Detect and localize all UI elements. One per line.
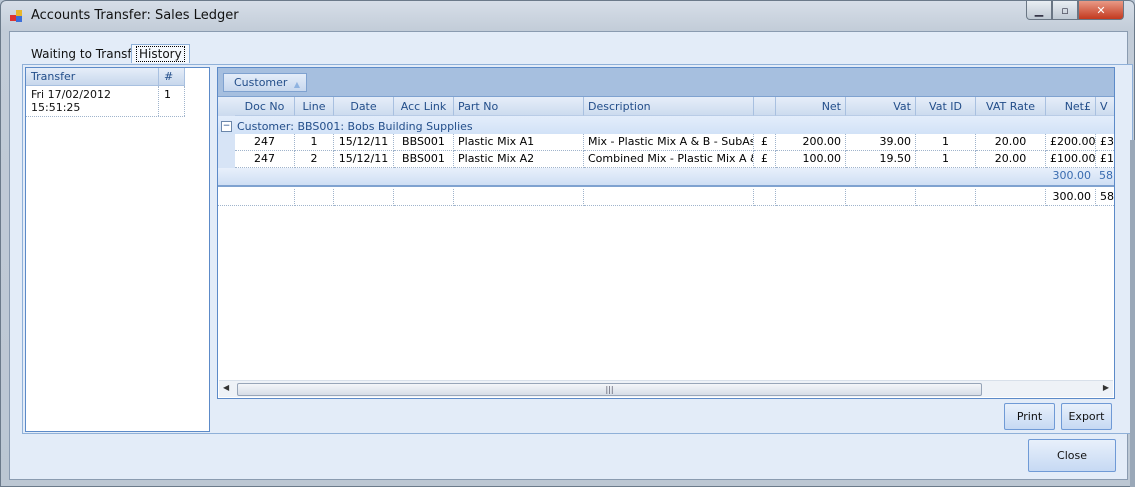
grid-header-row: Doc No Line Date Acc Link Part No Description…	[218, 97, 1114, 116]
total-net: 300.00	[1046, 189, 1096, 206]
total-cell	[394, 189, 454, 206]
ledger-grid: Customer ▲ Doc No Line Date Acc Link Part No D…	[217, 67, 1115, 399]
cell-line: 1	[295, 134, 334, 151]
column-header-count[interactable]: #	[159, 68, 185, 85]
cell-vat-id: 1	[916, 151, 976, 168]
scroll-right-icon[interactable]: ▶	[1103, 383, 1109, 392]
summary-net-gbp: 300.00	[1052, 169, 1092, 182]
print-button[interactable]: Print	[1004, 403, 1055, 430]
transfer-date: Fri 17/02/2012 15:51:25	[26, 86, 159, 116]
total-cell	[218, 189, 295, 206]
cell-doc-no: 247	[235, 151, 295, 168]
sort-ascending-icon: ▲	[293, 80, 300, 89]
cell-description: Mix - Plastic Mix A & B - SubAssy	[584, 134, 754, 151]
cell-acc-link: BBS001	[394, 134, 454, 151]
cell-net: 200.00	[776, 134, 846, 151]
group-label: Customer: BBS001: Bobs Building Supplies	[237, 119, 473, 133]
column-header-net[interactable]: Net£	[1046, 97, 1096, 116]
column-header-vat-id[interactable]: Vat ID	[916, 97, 976, 116]
cell-net: 100.00	[776, 151, 846, 168]
transfer-count: 1	[159, 86, 185, 116]
total-cell	[454, 189, 584, 206]
cell-vat: 39.00	[846, 134, 916, 151]
scroll-left-icon[interactable]: ◀	[223, 383, 229, 392]
summary-v: 58	[1099, 169, 1113, 182]
total-cell	[846, 189, 916, 206]
maximize-button[interactable]: ▫	[1052, 1, 1078, 20]
cell-doc-no: 247	[235, 134, 295, 151]
column-header-currency[interactable]	[754, 97, 776, 116]
grand-total-row: 300.00 58	[218, 189, 1114, 206]
history-list-header: Transfer #	[26, 68, 185, 86]
group-row[interactable]: − Customer: BBS001: Bobs Building Supplie…	[218, 116, 1114, 134]
cell-date: 15/12/11	[334, 134, 394, 151]
column-header-transfer[interactable]: Transfer	[26, 68, 159, 85]
history-list[interactable]: Transfer # Fri 17/02/2012 15:51:25 1	[25, 67, 210, 432]
column-header-description[interactable]: Description	[584, 97, 754, 116]
column-header-vat[interactable]: Vat	[846, 97, 916, 116]
app-icon	[10, 10, 24, 22]
cell-acc-link: BBS001	[394, 151, 454, 168]
collapse-icon[interactable]: −	[221, 120, 232, 132]
table-row[interactable]: 247 2 15/12/11 BBS001 Plastic Mix A2 Combined…	[218, 151, 1114, 168]
total-cell	[754, 189, 776, 206]
cell-vat: 19.50	[846, 151, 916, 168]
cell-v: £19	[1096, 151, 1114, 168]
group-by-label: Customer	[234, 76, 288, 89]
tab-history-label: History	[136, 46, 185, 62]
cell-net: £100.00	[1046, 151, 1096, 168]
close-button[interactable]: Close	[1028, 439, 1116, 472]
cell-part-no: Plastic Mix A2	[454, 151, 584, 168]
column-header-vat-rate[interactable]: VAT Rate	[976, 97, 1046, 116]
total-cell	[916, 189, 976, 206]
list-item[interactable]: Fri 17/02/2012 15:51:25 1	[26, 86, 185, 117]
cell-v: £39	[1096, 134, 1114, 151]
minimize-button[interactable]: ▁	[1026, 1, 1052, 20]
cell-vat-rate: 20.00	[976, 151, 1046, 168]
total-cell	[334, 189, 394, 206]
column-header-acc-link[interactable]: Acc Link	[394, 97, 454, 116]
scroll-thumb[interactable]: |||	[237, 383, 982, 396]
close-window-button[interactable]: ✕	[1078, 1, 1124, 20]
column-header-net[interactable]: Net	[776, 97, 846, 116]
export-button[interactable]: Export	[1061, 403, 1112, 430]
cell-vat-rate: 20.00	[976, 134, 1046, 151]
column-header-part-no[interactable]: Part No	[454, 97, 584, 116]
cell-currency: £	[754, 151, 776, 168]
total-cell	[295, 189, 334, 206]
cell-part-no: Plastic Mix A1	[454, 134, 584, 151]
horizontal-scrollbar[interactable]: ◀ ||| ▶	[219, 380, 1113, 397]
cell-net: £200.00	[1046, 134, 1096, 151]
tab-history[interactable]: History	[131, 44, 190, 63]
cell-description: Combined Mix - Plastic Mix A & ...	[584, 151, 754, 168]
column-header-doc-no[interactable]: Doc No	[235, 97, 295, 116]
window: Accounts Transfer: Sales Ledger ▁ ▫ ✕ Wa…	[0, 0, 1135, 487]
column-header-date[interactable]: Date	[334, 97, 394, 116]
total-cell	[776, 189, 846, 206]
column-header-v[interactable]: V	[1096, 97, 1114, 116]
table-row[interactable]: 247 1 15/12/11 BBS001 Plastic Mix A1 Mix - Pl…	[218, 134, 1114, 151]
group-by-customer-button[interactable]: Customer ▲	[223, 73, 307, 92]
total-v: 58	[1096, 189, 1114, 206]
total-cell	[584, 189, 754, 206]
cell-currency: £	[754, 134, 776, 151]
client-area: Waiting to Transfer History Transfer # F…	[9, 31, 1133, 480]
cell-vat-id: 1	[916, 134, 976, 151]
background-edge	[1130, 140, 1135, 487]
column-header-line[interactable]: Line	[295, 97, 334, 116]
group-by-panel: Customer ▲	[218, 68, 1114, 97]
cell-date: 15/12/11	[334, 151, 394, 168]
cell-line: 2	[295, 151, 334, 168]
window-title: Accounts Transfer: Sales Ledger	[31, 8, 239, 23]
total-cell	[976, 189, 1046, 206]
group-summary-row: 300.00 58	[218, 168, 1114, 187]
